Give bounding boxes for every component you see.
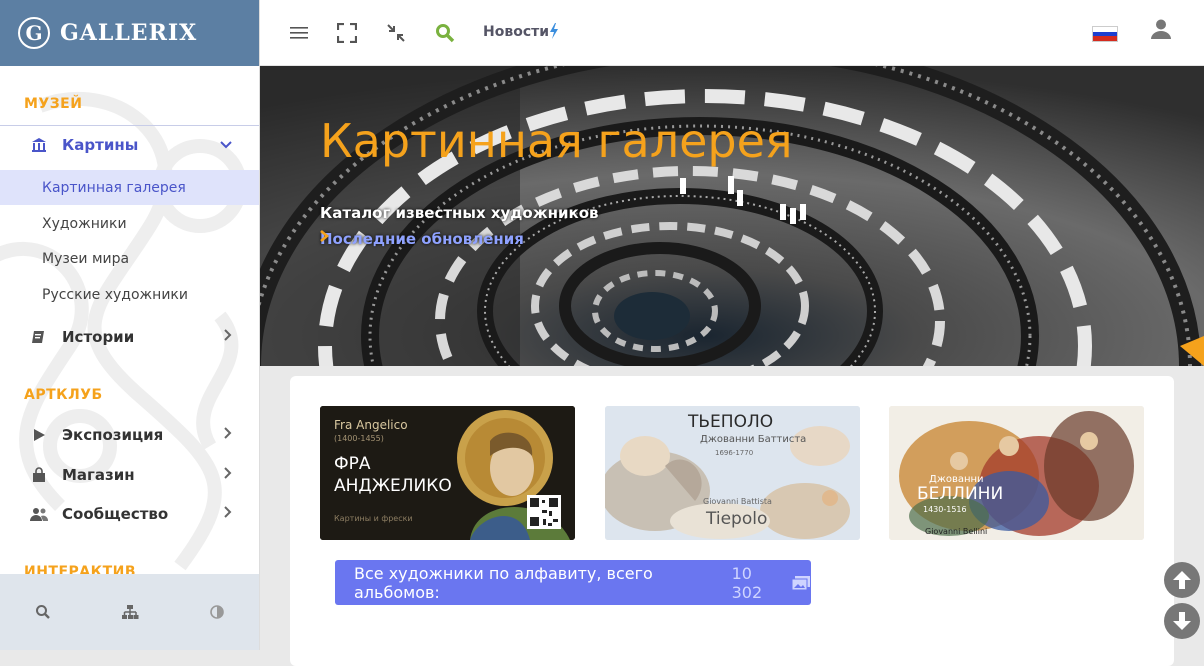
bellini-latin: Giovanni Bellini — [925, 527, 988, 536]
russian-flag-icon[interactable] — [1092, 26, 1118, 42]
top-bar: Новости — [260, 0, 1204, 66]
contrast-icon[interactable] — [197, 592, 237, 632]
fra-angelico-caption: Картины и фрески — [334, 514, 413, 523]
fra-angelico-title-1: ФРА — [334, 454, 371, 474]
sidebar-footer — [0, 574, 259, 650]
menu-community[interactable]: Сообщество — [0, 495, 259, 533]
submenu-russian-artists[interactable]: Русские художники — [0, 277, 259, 312]
arrow-down-icon — [1173, 612, 1191, 630]
fra-angelico-title-2: АНДЖЕЛИКО — [334, 476, 452, 496]
search-icon[interactable] — [23, 592, 63, 632]
menu-paintings-label: Картины — [62, 135, 139, 154]
logo[interactable]: G GALLERIX — [0, 0, 259, 66]
images-icon — [791, 575, 811, 591]
news-label: Новости — [483, 24, 550, 40]
menu-paintings[interactable]: Картины — [0, 125, 259, 163]
tiepolo-subtitle: Джованни Баттиста — [700, 434, 807, 445]
book-icon — [30, 328, 48, 346]
tiepolo-title: ТЬЕПОЛО — [688, 412, 774, 432]
museum-icon — [30, 136, 48, 154]
chevron-right-icon — [224, 467, 232, 483]
menu-shop-label: Магазин — [62, 466, 135, 484]
sitemap-icon[interactable] — [110, 592, 150, 632]
scroll-up-button[interactable] — [1164, 562, 1200, 598]
bellini-dates: 1430-1516 — [923, 505, 967, 514]
chevron-down-icon — [220, 137, 232, 153]
hero-subtitle: Каталог известных художников — [320, 204, 599, 222]
menu-icon[interactable] — [286, 20, 312, 46]
fullscreen-icon[interactable] — [334, 20, 360, 46]
tiepolo-latin-first: Giovanni Battista — [703, 497, 772, 506]
chevron-right-icon — [224, 427, 232, 443]
scroll-down-button[interactable] — [1164, 603, 1200, 639]
tiepolo-dates: 1696-1770 — [715, 449, 754, 457]
users-icon — [30, 505, 48, 523]
chevron-right-icon — [224, 329, 232, 345]
latest-updates-link[interactable]: Последние обновления — [320, 230, 524, 248]
menu-shop[interactable]: Магазин — [0, 456, 259, 494]
menu-community-label: Сообщество — [62, 505, 169, 523]
hero-banner: Картинная галерея Каталог известных худо… — [260, 66, 1204, 366]
user-icon[interactable] — [1150, 18, 1176, 44]
menu-exposition-label: Экспозиция — [62, 426, 164, 444]
content-card: Fra Angelico (1400-1455) ФРА АНДЖЕЛИКО К… — [290, 376, 1174, 666]
bellini-title: БЕЛЛИНИ — [917, 484, 1004, 504]
submenu-artists[interactable]: Художники — [0, 206, 259, 241]
qr-code-icon — [527, 495, 561, 529]
fra-angelico-latin: Fra Angelico — [334, 418, 408, 432]
lightning-icon — [549, 23, 559, 40]
collapse-icon[interactable] — [383, 20, 409, 46]
albums-count: 10 302 — [731, 563, 763, 602]
news-link[interactable]: Новости — [483, 23, 559, 40]
all-artists-label: Все художники по алфавиту, всего альбомо… — [354, 563, 653, 602]
section-museum: МУЗЕЙ — [24, 96, 83, 112]
bellini-painting — [889, 406, 1144, 540]
shopping-bag-icon — [30, 466, 48, 484]
submenu-world-museums[interactable]: Музеи мира — [0, 241, 259, 276]
arrow-up-icon — [1173, 571, 1191, 589]
fra-angelico-dates: (1400-1455) — [334, 434, 384, 443]
menu-stories-label: Истории — [62, 328, 135, 346]
album-bellini[interactable]: Джованни БЕЛЛИНИ 1430-1516 Giovanni Bell… — [889, 406, 1144, 540]
submenu-gallery[interactable]: Картинная галерея — [0, 170, 259, 205]
album-tiepolo[interactable]: ТЬЕПОЛО Джованни Баттиста 1696-1770 Giov… — [605, 406, 860, 540]
tiepolo-latin-last: Tiepolo — [706, 509, 768, 529]
sidebar: G GALLERIX МУЗЕЙ Картины Картинная галер… — [0, 0, 260, 650]
chevron-right-icon — [224, 506, 232, 522]
play-icon — [30, 426, 48, 444]
section-artclub: АРТКЛУБ — [24, 387, 103, 403]
logo-emblem: G — [18, 17, 50, 49]
latest-updates-label: Последние обновления — [320, 230, 524, 248]
menu-stories[interactable]: Истории — [0, 318, 259, 356]
page-title: Картинная галерея — [320, 114, 793, 168]
all-artists-button[interactable]: Все художники по алфавиту, всего альбомо… — [335, 560, 811, 605]
album-fra-angelico[interactable]: Fra Angelico (1400-1455) ФРА АНДЖЕЛИКО К… — [320, 406, 575, 540]
menu-exposition[interactable]: Экспозиция — [0, 416, 259, 454]
search-icon[interactable] — [432, 20, 458, 46]
logo-text: GALLERIX — [60, 20, 198, 46]
